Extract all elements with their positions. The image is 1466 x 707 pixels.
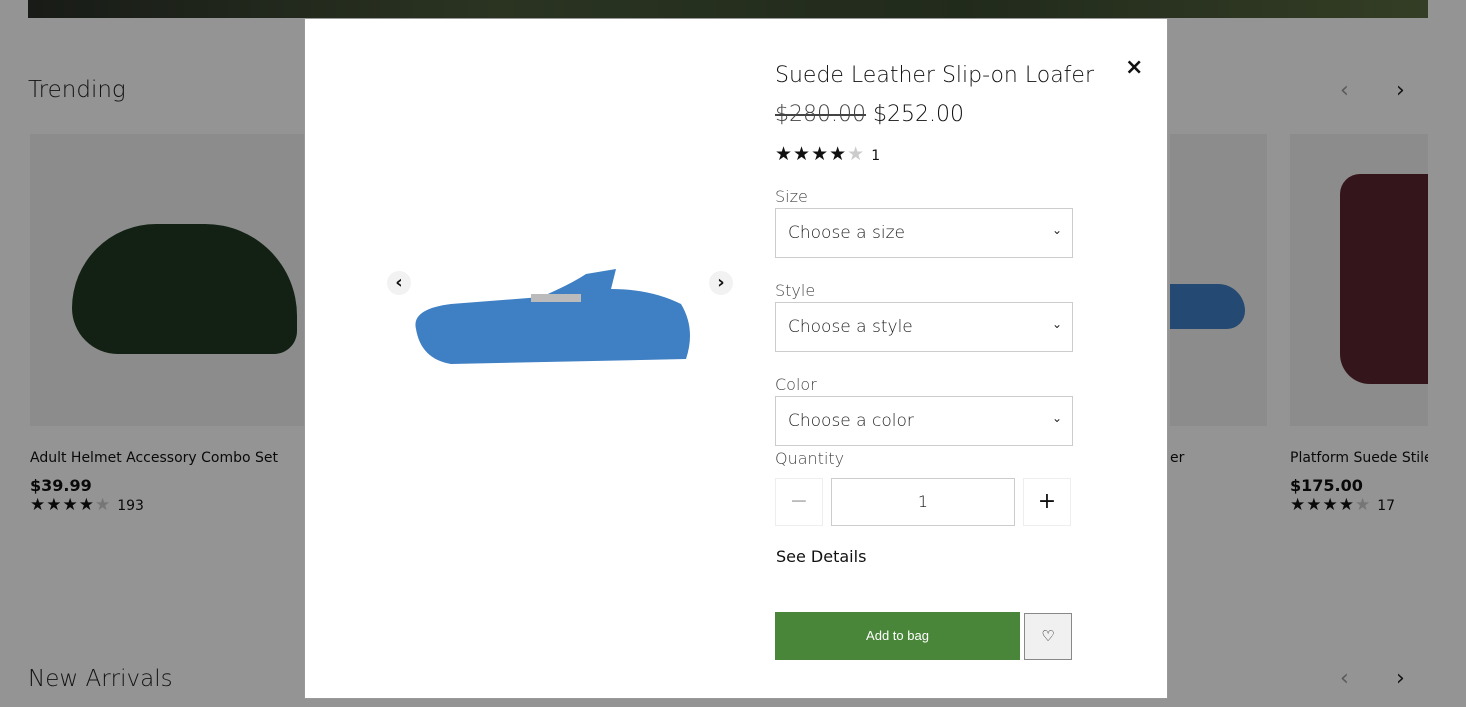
product-title: Suede Leather Slip-on Loafer bbox=[775, 63, 1094, 88]
size-label: Size bbox=[775, 187, 808, 206]
original-price: $280.00 bbox=[775, 102, 866, 127]
rating-stars: ★★★★★ bbox=[775, 143, 866, 165]
style-label: Style bbox=[775, 281, 816, 300]
review-count: 1 bbox=[871, 148, 881, 164]
close-icon[interactable]: × bbox=[1125, 55, 1143, 80]
product-image bbox=[391, 179, 736, 441]
quantity-label: Quantity bbox=[775, 449, 845, 468]
quantity-input[interactable]: 1 bbox=[831, 478, 1015, 526]
image-prev-icon[interactable]: ‹ bbox=[387, 271, 411, 295]
chevron-down-icon: ⌄ bbox=[1051, 223, 1062, 237]
style-select[interactable]: Choose a style ⌄ bbox=[775, 302, 1073, 352]
sale-price: $252.00 bbox=[872, 102, 964, 127]
heart-icon[interactable]: ♡ bbox=[1024, 613, 1072, 660]
chevron-down-icon: ⌄ bbox=[1051, 317, 1062, 331]
product-price: $280.00 $252.00 bbox=[775, 102, 964, 127]
color-label: Color bbox=[775, 375, 817, 394]
see-details-link[interactable]: See Details bbox=[776, 547, 866, 566]
image-next-icon[interactable]: › bbox=[709, 271, 733, 295]
quick-view-modal: ‹ › × Suede Leather Slip-on Loafer $280.… bbox=[304, 18, 1168, 699]
chevron-down-icon: ⌄ bbox=[1051, 411, 1062, 425]
add-to-bag-button[interactable]: Add to bag bbox=[775, 612, 1020, 660]
size-select[interactable]: Choose a size ⌄ bbox=[775, 208, 1073, 258]
increase-quantity-button[interactable]: + bbox=[1023, 478, 1071, 526]
color-select[interactable]: Choose a color ⌄ bbox=[775, 396, 1073, 446]
decrease-quantity-button[interactable]: − bbox=[775, 478, 823, 526]
